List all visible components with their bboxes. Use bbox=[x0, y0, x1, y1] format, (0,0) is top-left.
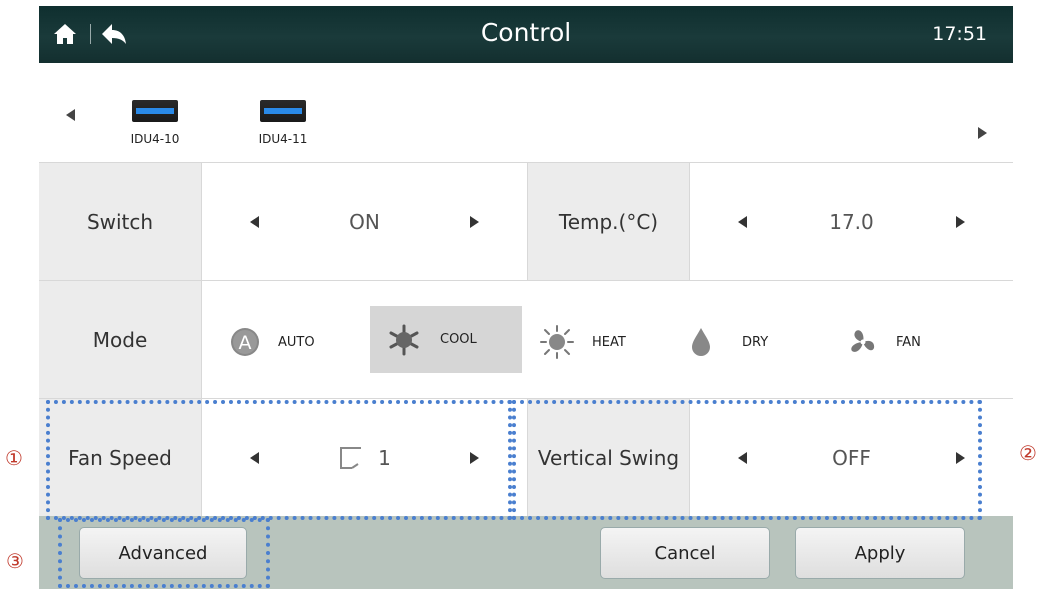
mode-fan[interactable]: FAN bbox=[848, 308, 921, 376]
sun-icon bbox=[540, 325, 574, 359]
clock: 17:51 bbox=[932, 23, 987, 45]
device-item[interactable]: IDU4-10 bbox=[115, 100, 195, 146]
annotation-marker-1: ① bbox=[5, 446, 23, 470]
mode-auto[interactable]: A AUTO bbox=[230, 308, 315, 376]
mode-label: Mode bbox=[39, 281, 201, 398]
temp-value: 17.0 bbox=[829, 209, 874, 234]
annotation-marker-2: ② bbox=[1019, 441, 1037, 465]
temp-increase-button[interactable] bbox=[956, 215, 965, 228]
mode-heat-label: HEAT bbox=[592, 334, 626, 350]
device-scroll-right[interactable] bbox=[978, 124, 987, 143]
water-drop-icon bbox=[692, 328, 710, 356]
mode-fan-label: FAN bbox=[896, 334, 921, 350]
switch-value: ON bbox=[349, 209, 380, 234]
device-name: IDU4-10 bbox=[130, 132, 180, 146]
snowflake-icon bbox=[389, 324, 419, 355]
cancel-button[interactable]: Cancel bbox=[600, 527, 770, 579]
page-title: Control bbox=[480, 18, 572, 47]
annotation-box-vertical-swing bbox=[512, 400, 982, 520]
apply-button[interactable]: Apply bbox=[795, 527, 965, 579]
svg-text:A: A bbox=[239, 332, 252, 354]
chevron-left-icon bbox=[66, 109, 75, 121]
auto-mode-icon: A bbox=[231, 328, 259, 356]
switch-label: Switch bbox=[39, 163, 201, 280]
indoor-unit-icon bbox=[132, 100, 178, 122]
mode-auto-label: AUTO bbox=[278, 334, 315, 350]
fan-icon bbox=[851, 330, 875, 352]
row-switch-temp: Switch ON Temp.(°C) 17.0 bbox=[39, 163, 1013, 281]
mode-heat[interactable]: HEAT bbox=[540, 308, 626, 376]
annotation-box-fan-speed bbox=[46, 400, 512, 520]
device-item[interactable]: IDU4-11 bbox=[243, 100, 323, 146]
switch-control: ON bbox=[201, 163, 527, 280]
indoor-unit-icon bbox=[260, 100, 306, 122]
temp-control: 17.0 bbox=[689, 163, 1013, 280]
switch-prev-button[interactable] bbox=[250, 215, 259, 228]
mode-dry[interactable]: DRY bbox=[690, 308, 768, 376]
mode-cool[interactable]: COOL bbox=[370, 306, 522, 373]
annotation-marker-3: ③ bbox=[6, 549, 24, 573]
mode-dry-label: DRY bbox=[742, 334, 769, 350]
chevron-right-icon bbox=[978, 127, 987, 139]
device-name: IDU4-11 bbox=[258, 132, 308, 146]
temp-decrease-button[interactable] bbox=[738, 215, 747, 228]
mode-cool-label: COOL bbox=[440, 332, 477, 347]
device-scroll-left[interactable] bbox=[66, 106, 75, 125]
header-bar: Control 17:51 bbox=[39, 6, 1013, 63]
switch-next-button[interactable] bbox=[469, 215, 479, 228]
annotation-box-advanced bbox=[58, 518, 270, 588]
temp-label: Temp.(°C) bbox=[527, 163, 689, 280]
